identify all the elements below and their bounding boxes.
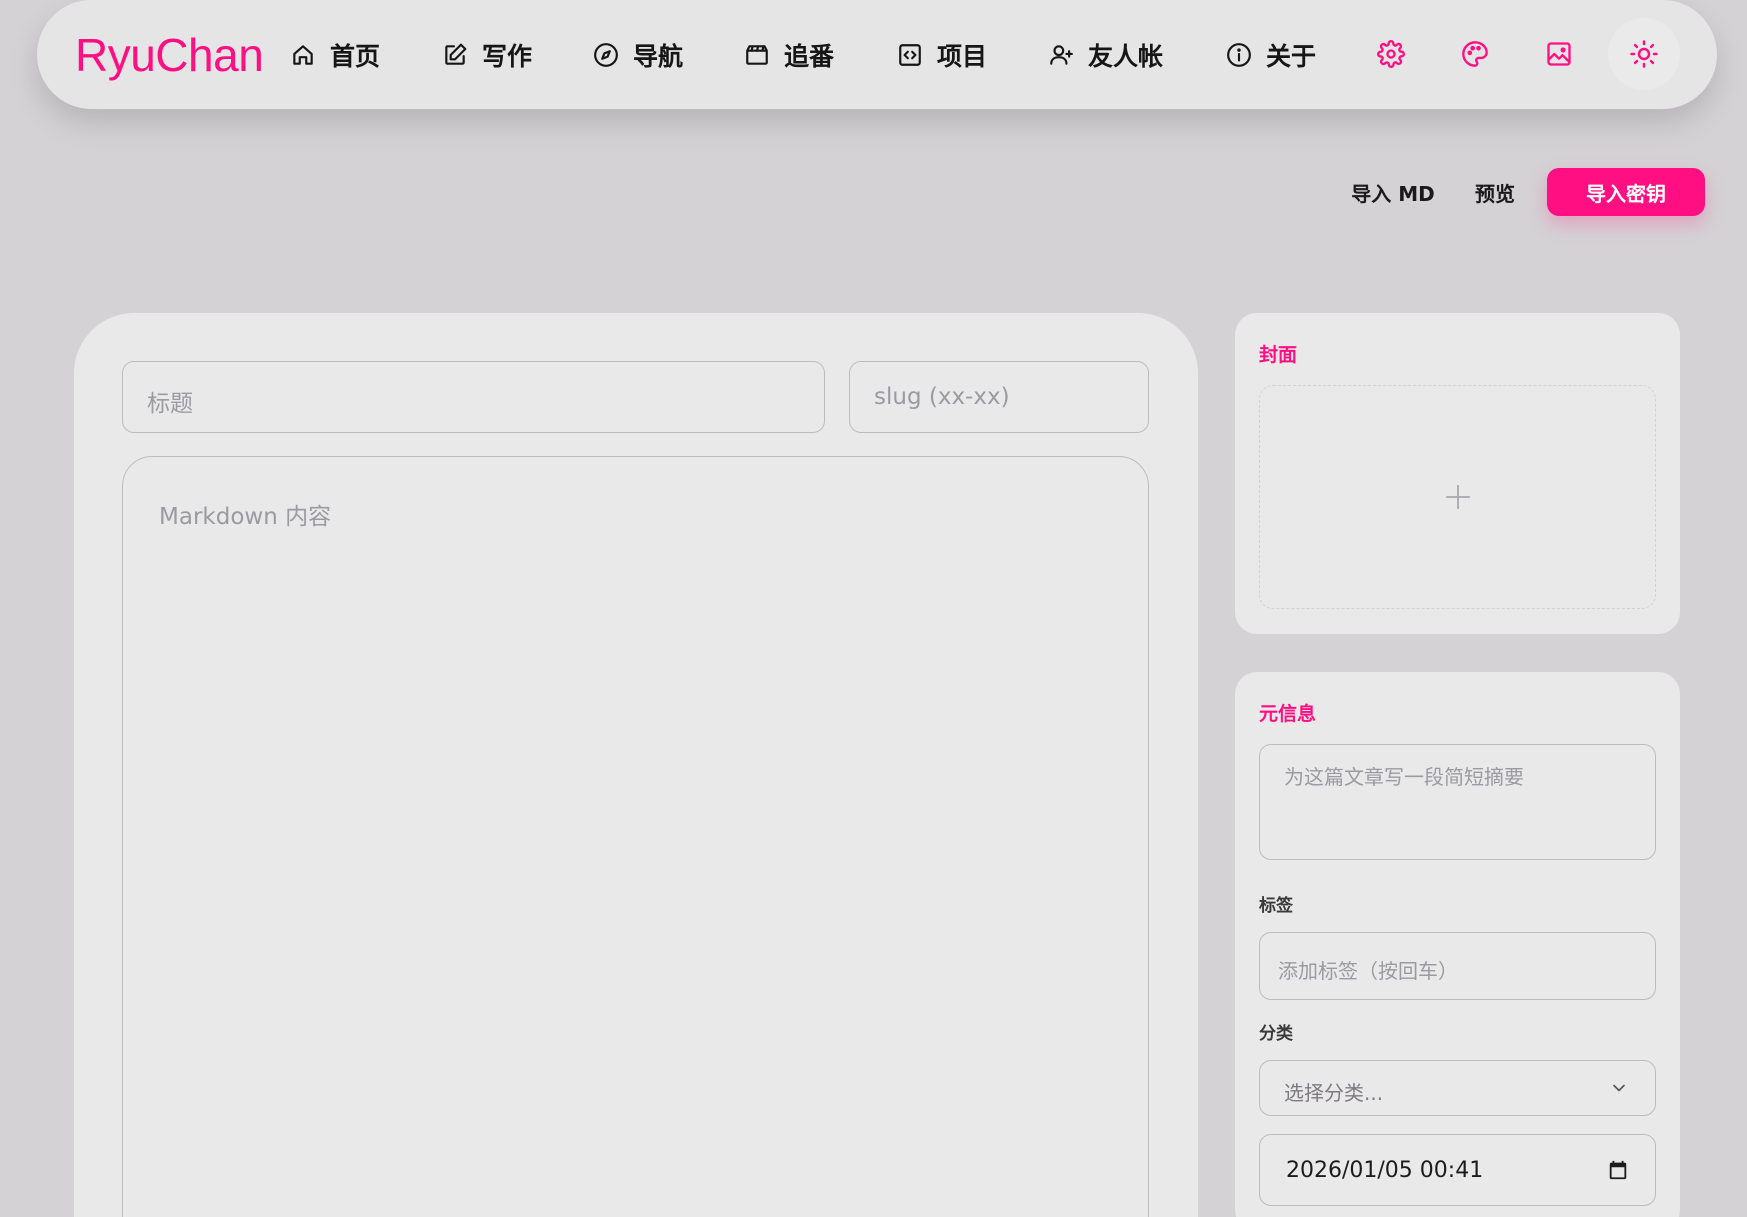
nav-item-about[interactable]: 关于 bbox=[1226, 38, 1316, 72]
slug-placeholder: slug (xx-xx) bbox=[874, 384, 1010, 410]
friends-icon bbox=[1050, 45, 1073, 65]
nav-item-label: 友人帐 bbox=[1088, 42, 1164, 71]
editor-card: 标题 slug (xx-xx) Markdown 内容 bbox=[74, 313, 1198, 1217]
title-input[interactable]: 标题 bbox=[122, 361, 825, 433]
theme-toggle-button[interactable] bbox=[1608, 18, 1680, 90]
nav-item-anime[interactable]: 追番 bbox=[744, 38, 834, 72]
markdown-content-editor[interactable]: Markdown 内容 bbox=[122, 456, 1149, 1217]
title-placeholder: 标题 bbox=[147, 391, 193, 417]
settings-button[interactable] bbox=[1375, 38, 1407, 70]
nav-item-navigation[interactable]: 导航 bbox=[593, 38, 683, 72]
nav-item-label: 项目 bbox=[937, 42, 988, 71]
compass-icon bbox=[594, 43, 618, 67]
top-navbar: RyuChan 首页 写作 导航 追番 项目 友人帐 关于 bbox=[37, 0, 1717, 109]
tags-label: 标签 bbox=[1259, 896, 1293, 916]
nav-item-label: 追番 bbox=[784, 42, 835, 71]
category-select[interactable]: 选择分类... bbox=[1259, 1060, 1656, 1116]
category-label: 分类 bbox=[1259, 1024, 1293, 1044]
cover-card: 封面 bbox=[1235, 313, 1680, 634]
home-icon bbox=[293, 45, 313, 65]
chevron-down-icon bbox=[1613, 1084, 1625, 1092]
nav-item-home[interactable]: 首页 bbox=[290, 38, 380, 72]
nav-item-label: 写作 bbox=[482, 42, 533, 71]
palette-icon bbox=[1462, 41, 1488, 67]
wallpaper-button[interactable] bbox=[1543, 38, 1575, 70]
sun-icon bbox=[1630, 40, 1658, 68]
summary-placeholder: 为这篇文章写一段简短摘要 bbox=[1284, 765, 1524, 789]
palette-button[interactable] bbox=[1459, 38, 1491, 70]
clapperboard-icon bbox=[746, 45, 768, 65]
import-md-button[interactable]: 导入 MD bbox=[1338, 169, 1448, 215]
nav-item-write[interactable]: 写作 bbox=[442, 38, 532, 72]
plus-icon bbox=[1445, 484, 1470, 510]
publish-date-input[interactable]: 2026/01/05 00:41 bbox=[1259, 1134, 1656, 1206]
nav-item-projects[interactable]: 项目 bbox=[897, 38, 987, 72]
summary-textarea[interactable]: 为这篇文章写一段简短摘要 bbox=[1259, 744, 1656, 860]
code-icon bbox=[899, 44, 921, 66]
meta-title: 元信息 bbox=[1259, 703, 1317, 725]
calendar-icon[interactable] bbox=[1607, 1159, 1629, 1181]
tags-placeholder: 添加标签（按回车） bbox=[1278, 959, 1458, 983]
category-select-value: 选择分类... bbox=[1284, 1081, 1384, 1105]
import-key-button[interactable]: 导入密钥 bbox=[1547, 168, 1705, 216]
image-icon bbox=[1547, 42, 1571, 66]
nav-item-label: 导航 bbox=[633, 42, 684, 71]
gear-icon bbox=[1377, 40, 1405, 68]
preview-button[interactable]: 预览 bbox=[1466, 169, 1524, 215]
publish-date-value: 2026/01/05 00:41 bbox=[1286, 1158, 1484, 1183]
edit-icon bbox=[445, 43, 467, 65]
cover-upload-area[interactable] bbox=[1259, 385, 1656, 609]
info-icon bbox=[1227, 43, 1251, 67]
cover-title: 封面 bbox=[1259, 344, 1298, 366]
nav-item-label: 首页 bbox=[330, 42, 381, 71]
content-placeholder: Markdown 内容 bbox=[159, 504, 332, 530]
meta-card: 元信息 为这篇文章写一段简短摘要 标签 添加标签（按回车） 分类 选择分类...… bbox=[1235, 672, 1680, 1217]
nav-item-label: 关于 bbox=[1266, 42, 1317, 71]
nav-item-friends[interactable]: 友人帐 bbox=[1048, 38, 1163, 72]
tags-input[interactable]: 添加标签（按回车） bbox=[1259, 932, 1656, 1000]
slug-input[interactable]: slug (xx-xx) bbox=[849, 361, 1149, 433]
brand-logo[interactable]: RyuChan bbox=[75, 28, 264, 82]
